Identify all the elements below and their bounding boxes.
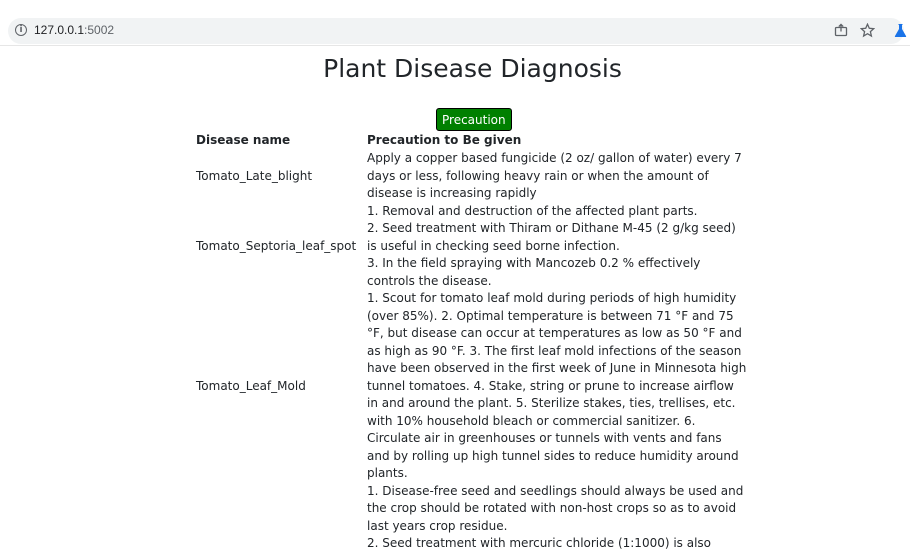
- precaution-cell: 1. Scout for tomato leaf mold during per…: [364, 290, 750, 483]
- table-row: Tomato_Leaf_Mold 1. Scout for tomato lea…: [193, 290, 750, 483]
- table-row: Tomato_Septoria_leaf_spot 1. Removal and…: [193, 203, 750, 291]
- page-title: Plant Disease Diagnosis: [323, 54, 622, 83]
- url-port: :5002: [84, 23, 115, 37]
- precaution-text: 2. Seed treatment with mercuric chloride…: [367, 536, 712, 550]
- flask-icon[interactable]: [891, 21, 909, 39]
- precaution-cell: 1. Removal and destruction of the affect…: [364, 203, 750, 291]
- precaution-text: 1. Scout for tomato leaf mold during per…: [367, 291, 747, 480]
- precaution-table: Disease name Precaution to Be given Toma…: [193, 131, 750, 553]
- precaution-cell: Apply a copper based fungicide (2 oz/ ga…: [364, 150, 750, 203]
- table-row: 1. Disease-free seed and seedlings shoul…: [193, 483, 750, 553]
- disease-name-cell: Tomato_Late_blight: [196, 168, 313, 183]
- disease-name-cell: [193, 483, 364, 553]
- browser-toolbar: i 127.0.0.1:5002: [0, 0, 910, 46]
- info-icon[interactable]: i: [15, 24, 27, 36]
- url-text[interactable]: 127.0.0.1:5002: [34, 22, 114, 38]
- precaution-button[interactable]: Precaution: [436, 108, 512, 131]
- precaution-text: Apply a copper based fungicide (2 oz/ ga…: [367, 151, 742, 200]
- precaution-text: 3. In the field spraying with Mancozeb 0…: [367, 256, 701, 288]
- precaution-text: 2. Seed treatment with Thiram or Dithane…: [367, 221, 736, 253]
- share-icon[interactable]: [832, 21, 850, 39]
- disease-name-header: Disease name: [196, 132, 291, 147]
- table-header-row: Disease name Precaution to Be given: [193, 131, 750, 150]
- table-row: Tomato_Late_blight Apply a copper based …: [193, 150, 750, 203]
- precaution-header: Precaution to Be given: [367, 132, 522, 147]
- star-icon[interactable]: [858, 21, 876, 39]
- precaution-text: 1. Disease-free seed and seedlings shoul…: [367, 483, 744, 533]
- disease-name-cell: Tomato_Leaf_Mold: [196, 378, 306, 393]
- address-bar[interactable]: [8, 18, 904, 44]
- precaution-cell: 1. Disease-free seed and seedlings shoul…: [364, 483, 750, 553]
- url-host: 127.0.0.1: [34, 23, 85, 37]
- disease-name-cell: Tomato_Septoria_leaf_spot: [196, 238, 357, 253]
- precaution-text: 1. Removal and destruction of the affect…: [367, 203, 698, 218]
